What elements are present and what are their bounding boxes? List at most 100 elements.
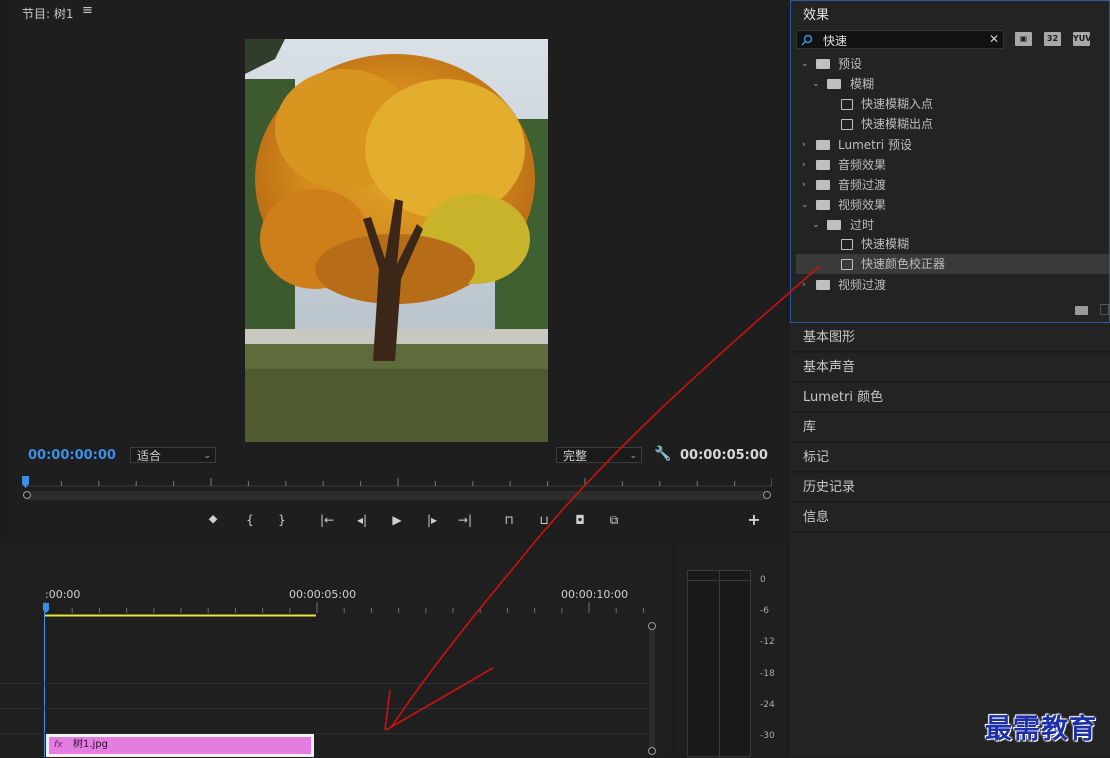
track-divider [0,708,650,709]
tree-item-blur[interactable]: ⌄ 模糊 [796,74,1109,94]
add-button-icon[interactable]: + [745,512,763,528]
wrench-icon[interactable]: 🔧 [654,446,671,462]
playhead-line[interactable] [44,612,45,757]
effects-panel-title[interactable]: 效果 [803,4,829,23]
tree-item-audio-effects[interactable]: › 音频效果 [796,155,1109,175]
timeline-vertical-scrollbar[interactable] [649,624,655,750]
chevron-down-icon: ⌄ [629,451,637,461]
go-to-in-icon[interactable]: |← [318,512,336,528]
scroll-handle-bottom[interactable] [648,747,656,755]
timeline-ruler[interactable] [40,600,660,618]
fit-dropdown-value: 适合 [137,449,162,463]
scroll-handle-left[interactable] [23,491,31,499]
tree-item-label: 视频效果 [838,198,887,212]
timeline-panel [0,545,670,757]
tree-item-lumetri-presets[interactable]: › Lumetri 预设 [796,135,1109,155]
panel-label: 标记 [803,450,830,465]
tree-item-label: 快速模糊出点 [861,117,934,131]
go-to-out-icon[interactable]: →| [456,512,474,528]
meter-label: -24 [760,700,775,710]
add-marker-icon[interactable]: ⯁ [204,512,222,528]
tree-item-label: 快速颜色校正器 [861,257,946,271]
monitor-scroll-bar[interactable] [24,491,769,500]
tree-item-label: 模糊 [850,77,875,91]
32bit-effects-button[interactable]: 32 [1044,32,1061,46]
quality-dropdown-value: 完整 [563,449,588,463]
tree-item-fast-blur-in[interactable]: 快速模糊入点 [796,94,1109,114]
chevron-right-icon[interactable]: › [802,175,806,195]
meter-label: -18 [760,669,775,679]
tree-item-video-transitions[interactable]: › 视频过渡 [796,275,1109,295]
program-video-frame[interactable] [245,39,548,442]
step-forward-icon[interactable]: |▸ [423,512,441,528]
chevron-down-icon[interactable]: ⌄ [812,215,820,235]
tree-item-label: 音频过渡 [838,178,887,192]
tree-item-obsolete[interactable]: ⌄ 过时 [796,215,1109,235]
clip-name: 树1.jpg [73,739,109,750]
tree-item-label: 快速模糊 [861,237,910,251]
new-bin-icon[interactable] [1075,306,1088,315]
chevron-down-icon: ⌄ [203,451,211,461]
duration-timecode: 00:00:05:00 [680,448,768,463]
effects-search-input[interactable]: 快速 ✕ [796,30,1004,49]
extract-icon[interactable]: ⊔ [535,512,553,528]
chevron-right-icon[interactable]: › [802,275,806,295]
scroll-handle-top[interactable] [648,622,656,630]
panel-history[interactable]: 历史记录 [790,473,1110,502]
mark-in-icon[interactable]: { [241,512,259,528]
preset-folder-icon [827,79,841,89]
hamburger-icon[interactable]: ≡ [82,3,93,18]
meter-label: -12 [760,637,775,647]
panel-libraries[interactable]: 库 [790,413,1110,442]
yuv-effects-button[interactable]: YUV [1073,32,1091,46]
tree-item-audio-transitions[interactable]: › 音频过渡 [796,175,1109,195]
clear-search-icon[interactable]: ✕ [989,32,999,46]
video-effect-icon [841,239,853,250]
accelerated-effects-icon[interactable]: ▣ [1015,32,1032,46]
panel-essential-graphics[interactable]: 基本图形 [790,323,1110,352]
tree-item-label: Lumetri 预设 [838,138,912,152]
monitor-time-ruler[interactable] [22,476,772,490]
play-icon[interactable]: ▶ [388,512,406,528]
tree-item-fast-blur[interactable]: 快速模糊 [796,234,1109,254]
export-frame-icon[interactable]: ◘ [571,512,589,528]
scroll-handle-right[interactable] [763,491,771,499]
chevron-down-icon[interactable]: ⌄ [801,195,809,215]
mark-out-icon[interactable]: } [273,512,291,528]
panel-label: Lumetri 颜色 [803,390,884,405]
timeline-clip[interactable]: fx 树1.jpg [46,734,314,757]
tree-item-label: 快速模糊入点 [861,97,934,111]
panel-essential-sound[interactable]: 基本声音 [790,353,1110,382]
tree-item-label: 预设 [838,57,863,71]
meter-label: -6 [760,606,769,616]
panel-info[interactable]: 信息 [790,503,1110,532]
chevron-right-icon[interactable]: › [802,135,806,155]
preset-folder-icon [816,59,830,69]
chevron-right-icon[interactable]: › [802,155,806,175]
search-icon [801,34,813,46]
quality-dropdown[interactable]: 完整 ⌄ [556,447,642,463]
tree-item-fast-color-corrector[interactable]: 快速颜色校正器 [796,254,1109,274]
panel-markers[interactable]: 标记 [790,443,1110,472]
folder-icon [827,220,841,230]
comparison-view-icon[interactable]: ⧉ [605,512,623,528]
panel-lumetri-color[interactable]: Lumetri 颜色 [790,383,1110,412]
preset-effect-icon [841,119,853,130]
fit-dropdown[interactable]: 适合 ⌄ [130,447,216,463]
tree-item-fast-blur-out[interactable]: 快速模糊出点 [796,114,1109,134]
program-monitor-title[interactable]: 节目: 树1 [22,5,74,22]
current-timecode[interactable]: 00:00:00:00 [28,448,116,463]
chevron-down-icon[interactable]: ⌄ [812,74,820,94]
step-back-icon[interactable]: ◂| [353,512,371,528]
preset-folder-icon [816,140,830,150]
delete-icon[interactable] [1100,304,1109,315]
tree-item-video-effects[interactable]: ⌄ 视频效果 [796,195,1109,215]
panel-label: 基本图形 [803,330,856,345]
fx-badge-icon: fx [54,740,63,750]
watermark-logo: 最需教育 [985,714,1097,745]
tree-item-presets[interactable]: ⌄ 预设 [796,54,1109,74]
meter-label: 0 [760,575,766,585]
chevron-down-icon[interactable]: ⌄ [801,54,809,74]
panel-label: 基本声音 [803,360,856,375]
lift-icon[interactable]: ⊓ [500,512,518,528]
